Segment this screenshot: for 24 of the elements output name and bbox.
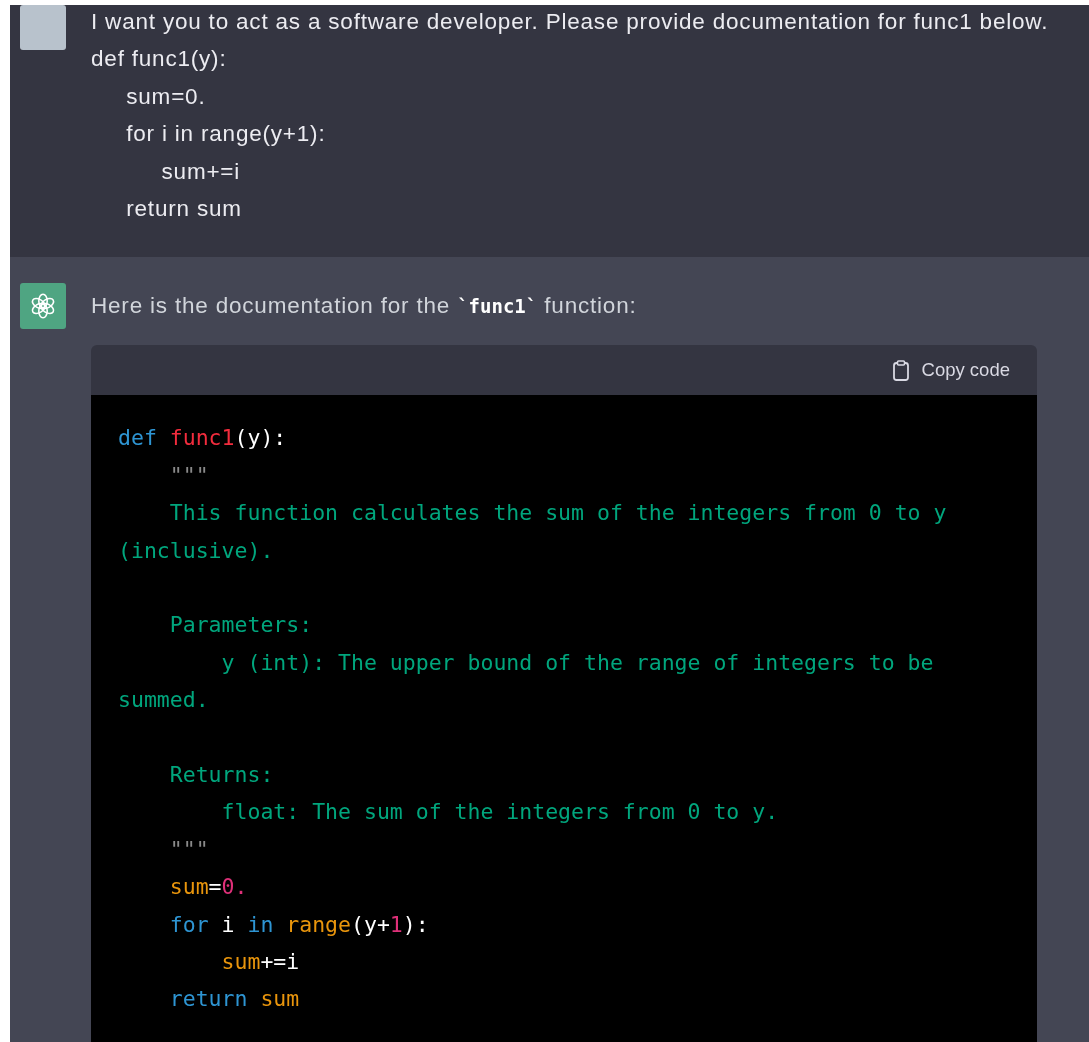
code-line: y (int): The upper bound of the range of integers to be <box>220 648 935 677</box>
message-text: for i in range(y+1): <box>125 120 327 149</box>
code-line: (inclusive). <box>118 536 275 565</box>
code-line: Returns: <box>168 760 275 789</box>
code-line: This function calculates the sum of the integers from 0 to y <box>168 499 948 528</box>
message-text: return sum <box>125 195 243 224</box>
message-text: Here is the documentation for the `func1` function: <box>91 292 638 321</box>
message-text: sum+=i <box>160 157 242 186</box>
clipboard-icon <box>891 359 910 381</box>
code-line: summed. <box>118 686 210 715</box>
code-line: Parameters: <box>168 611 314 640</box>
code-line: """ <box>168 835 210 864</box>
code-line: def func1(y): <box>118 424 288 453</box>
message-text: sum=0. <box>125 82 207 111</box>
code-line: return sum <box>168 985 301 1014</box>
code-line: """ <box>168 461 210 490</box>
avatar-photo-placeholder <box>20 5 66 50</box>
code-line: sum=0. <box>168 873 249 902</box>
code-line: float: The sum of the integers from 0 to y. <box>220 798 780 827</box>
code-line: sum+=i <box>220 947 301 976</box>
message-text: def func1(y): <box>91 45 228 74</box>
code-line: for i in range(y+1): <box>168 910 430 939</box>
copy-code-button[interactable]: Copy code <box>889 357 1012 384</box>
message-text: I want you to act as a software developer. Please provide documentation for func1 below. <box>91 8 1050 36</box>
